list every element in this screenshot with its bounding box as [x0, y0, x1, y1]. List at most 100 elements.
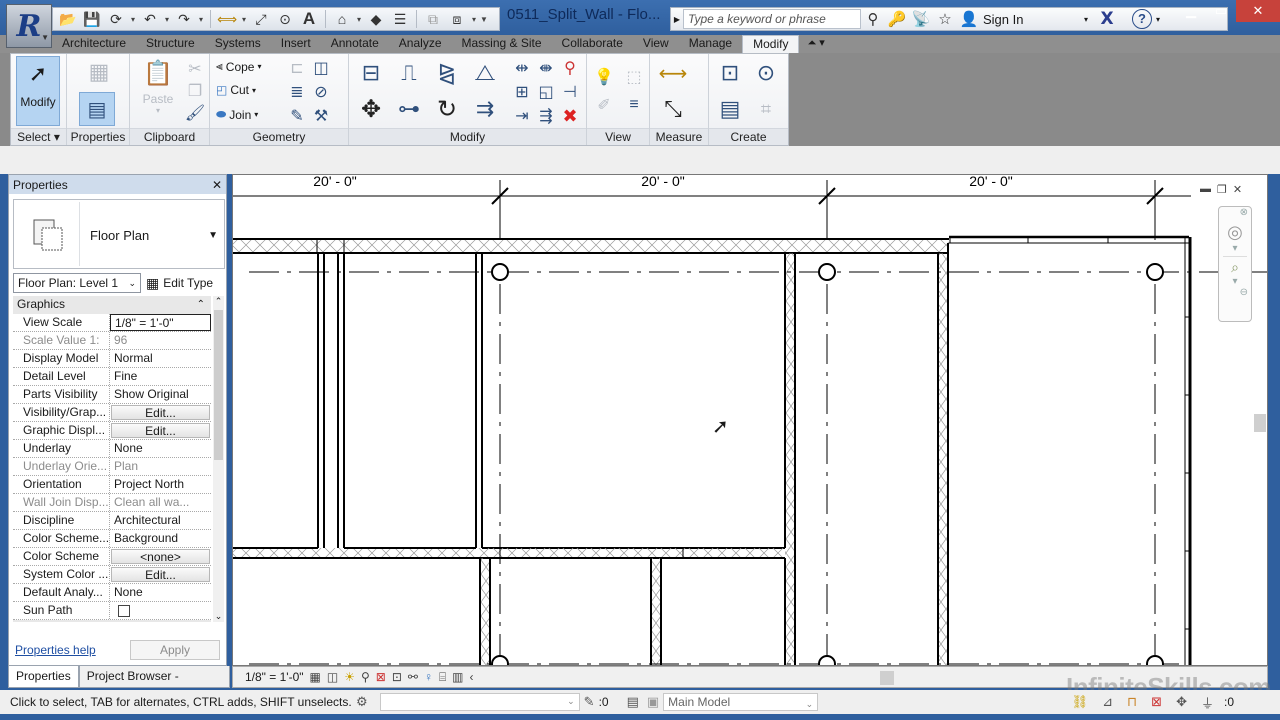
property-row[interactable]: Scale Value 1: 96 [13, 332, 211, 350]
create-parts-icon[interactable]: ▤ [715, 94, 745, 124]
property-row[interactable]: Color Scheme... Background [13, 530, 211, 548]
undo-icon[interactable]: ↶ [139, 9, 161, 29]
aligned-dimension-icon[interactable]: ⟺ [216, 9, 238, 29]
group-graphics[interactable]: Graphics ⌃ [13, 296, 211, 314]
scroll-down-icon[interactable]: ⌄ [213, 611, 224, 622]
active-design-option-icon[interactable]: ▣ [647, 694, 659, 710]
user-icon[interactable]: 👤 [957, 10, 981, 28]
exchange-apps-icon[interactable]: X [1094, 9, 1120, 29]
close-navbar-icon[interactable]: ⊗ [1219, 207, 1251, 218]
scale-icon[interactable]: ◱ [535, 81, 557, 103]
edit-type-button[interactable]: ▦ Edit Type [146, 273, 213, 293]
close-view-icon[interactable]: ✕ [1233, 183, 1242, 196]
unpin-icon[interactable]: ⚲ [559, 57, 581, 79]
sun-path-checkbox[interactable] [118, 605, 130, 617]
chevron-down-icon[interactable]: ▾ [1219, 243, 1251, 254]
property-row[interactable]: Underlay None [13, 440, 211, 458]
minimize-view-icon[interactable]: ▬ [1200, 183, 1211, 196]
application-menu-button[interactable]: R ▼ [6, 4, 52, 48]
chevron-left-icon[interactable]: ‹ [470, 670, 474, 684]
view-scale[interactable]: 1/8" = 1'-0" [245, 670, 304, 684]
vertical-scrollbar-thumb[interactable] [1254, 414, 1266, 432]
maximize-button[interactable]: ▭ [1206, 0, 1236, 22]
property-row[interactable]: Display Model Normal [13, 350, 211, 368]
crop-view-icon[interactable]: ⊠ [376, 670, 386, 684]
sync-icon[interactable]: ⟳ [105, 9, 127, 29]
close-icon[interactable]: ✕ [212, 178, 222, 192]
save-icon[interactable]: 💾 [81, 9, 103, 29]
open-icon[interactable]: 📂 [57, 9, 79, 29]
property-edit-button[interactable]: <none> [111, 549, 210, 564]
select-links-icon[interactable]: ⛓ [1072, 694, 1089, 710]
instance-selector[interactable]: Floor Plan: Level 1 ⌄ [13, 273, 141, 293]
filter-icon[interactable]: ⏚ [1201, 693, 1214, 712]
key-icon[interactable]: 🔑 [885, 10, 909, 28]
tab-annotate[interactable]: Annotate [321, 35, 389, 53]
split-face-icon[interactable]: ⊏ [286, 57, 308, 79]
property-row[interactable]: Orientation Project North [13, 476, 211, 494]
select-pinned-icon[interactable]: ⊓ [1127, 694, 1137, 710]
apply-button[interactable]: Apply [130, 640, 220, 660]
horizontal-scrollbar-thumb[interactable] [880, 671, 894, 685]
dimension-string[interactable]: 20' - 0" 20' - 0" 20' - 0" [233, 173, 1191, 240]
chevron-down-icon[interactable]: ▾ [1156, 15, 1160, 24]
create-similar-icon[interactable]: ⊙ [751, 58, 781, 88]
demolish-view-icon[interactable]: ◫ [310, 57, 332, 79]
array-icon[interactable]: ⊞ [511, 81, 533, 103]
drag-elements-icon[interactable]: ✥ [1176, 694, 1187, 710]
close-button[interactable]: ✕ [1236, 0, 1280, 22]
tag-icon[interactable]: ⊙ [274, 9, 296, 29]
steering-wheel-2d-icon[interactable]: ◎ [1219, 222, 1251, 243]
restore-view-icon[interactable]: ❐ [1217, 183, 1227, 196]
tab-massing-site[interactable]: Massing & Site [452, 35, 552, 53]
create-assembly-icon[interactable]: ⊡ [715, 58, 745, 88]
wall-lower-2[interactable] [650, 558, 662, 665]
tab-collaborate[interactable]: Collaborate [552, 35, 633, 53]
panel-label-select[interactable]: Select ▾ [11, 128, 66, 145]
navbar-options-icon[interactable]: ⊖ [1219, 287, 1251, 298]
scroll-up-icon[interactable]: ⌃ [213, 296, 224, 307]
remove-paint-icon[interactable]: ⊘ [310, 81, 332, 103]
detail-level-icon[interactable]: ▦ [310, 670, 321, 684]
property-value[interactable]: Architectural [110, 512, 211, 529]
property-row[interactable]: System Color ... Edit... [13, 566, 211, 584]
text-icon[interactable]: A [298, 9, 320, 29]
copy-icon[interactable]: ❐ [184, 80, 206, 102]
paint-icon[interactable]: ✎ [286, 105, 308, 127]
wall-lower-1[interactable] [479, 558, 491, 665]
linework-icon[interactable]: ✐ [593, 94, 615, 116]
cope-button[interactable]: ⫷ Cope ▾ [216, 59, 261, 74]
tab-insert[interactable]: Insert [271, 35, 321, 53]
measure-icon[interactable]: ⤢ [250, 9, 272, 29]
wall-bottom[interactable] [233, 547, 785, 559]
demolish-hammer-icon[interactable]: ⚒ [310, 105, 332, 127]
zoom-region-icon[interactable]: ⌕ [1219, 259, 1251, 276]
select-underlay-icon[interactable]: ⊿ [1102, 694, 1113, 710]
model-dropdown[interactable]: Main Model ⌄ [663, 693, 819, 711]
mirror-pick-axis-icon[interactable]: ⧎ [431, 58, 463, 88]
shadows-icon[interactable]: ⚲ [361, 670, 370, 684]
switch-windows-icon[interactable]: ⧈ [446, 9, 468, 29]
property-edit-button[interactable]: Edit... [111, 405, 210, 420]
pin-icon[interactable]: ⊣ [559, 81, 581, 103]
type-properties-icon[interactable]: ▦ [85, 58, 113, 86]
match-type-icon[interactable]: 🖌 [184, 102, 206, 124]
crop-region-icon[interactable]: ⊡ [392, 670, 402, 684]
trim-extend-multiple-icon[interactable]: ⇶ [535, 105, 557, 127]
visual-style-icon[interactable]: ◫ [327, 670, 338, 684]
temporary-hide-icon[interactable]: ⚯ [408, 670, 418, 684]
sun-path-icon[interactable]: ☀ [344, 670, 355, 684]
tab-analyze[interactable]: Analyze [389, 35, 452, 53]
binoculars-search-icon[interactable]: ⚲ [861, 10, 885, 28]
property-row[interactable]: Wall Join Disp... Clean all wa... [13, 494, 211, 512]
property-value[interactable]: Project North [110, 476, 211, 493]
3d-view-icon[interactable]: ⌂ [331, 9, 353, 29]
editing-requests-icon[interactable]: ✎ [584, 694, 595, 710]
wall-top[interactable] [233, 238, 949, 254]
customize-toolbar-icon[interactable]: ▼ [480, 15, 488, 24]
property-row[interactable]: Graphic Displ... Edit... [13, 422, 211, 440]
filter-view-icon[interactable]: ≡ [623, 94, 645, 116]
cut-geometry-button[interactable]: ◰ Cut ▾ [216, 83, 256, 97]
minimize-button[interactable]: ▁ [1176, 0, 1206, 22]
property-row[interactable]: View Scale 1/8" = 1'-0" [13, 314, 211, 332]
